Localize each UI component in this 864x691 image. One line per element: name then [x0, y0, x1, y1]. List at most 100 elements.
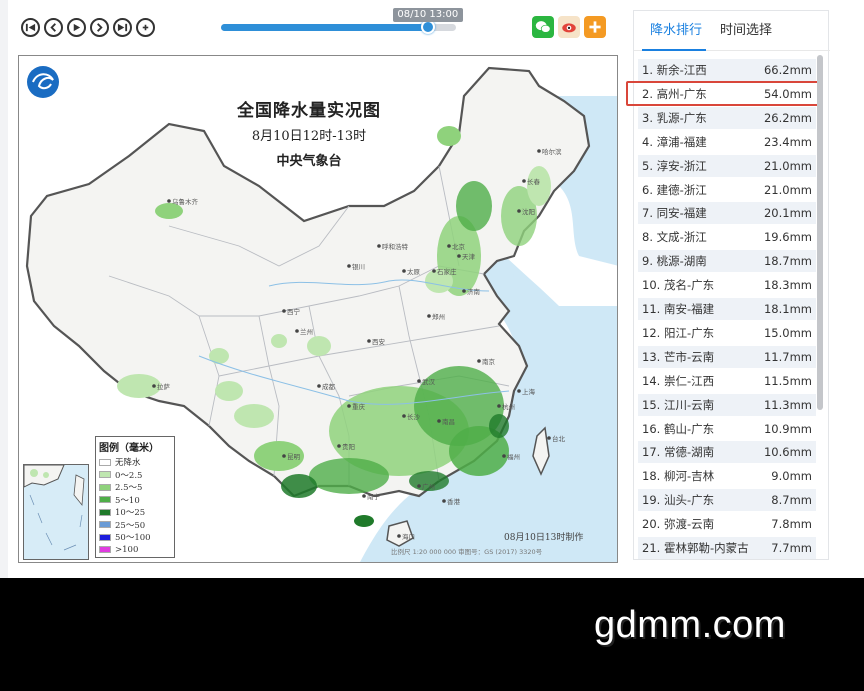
prev-frame-button[interactable] — [44, 18, 63, 37]
city-label: 兰州 — [300, 327, 313, 336]
ranking-row[interactable]: 6. 建德-浙江 21.0mm — [638, 179, 816, 201]
legend-swatch — [99, 546, 111, 554]
city-label: 长春 — [527, 177, 541, 186]
first-frame-button[interactable] — [21, 18, 40, 37]
legend-row: 5～10 — [99, 494, 171, 507]
ranking-row[interactable]: 21. 霍林郭勒-内蒙古 7.7mm — [638, 537, 816, 559]
ranking-row[interactable]: 2. 高州-广东 54.0mm — [638, 83, 816, 105]
legend-label: 25～50 — [115, 520, 146, 531]
city-label: 武汉 — [422, 377, 436, 386]
ranking-row[interactable]: 1. 新余-江西 66.2mm — [638, 59, 816, 81]
legend-label: 5～10 — [115, 495, 140, 506]
ranking-station: 10. 茂名-广东 — [642, 278, 715, 293]
last-frame-button[interactable] — [113, 18, 132, 37]
city-marker — [437, 419, 441, 423]
ranking-station: 14. 崇仁-江西 — [642, 373, 715, 388]
ranking-station: 3. 乳源-广东 — [642, 110, 707, 125]
city-marker — [497, 404, 501, 408]
ranking-row[interactable]: 16. 鹤山-广东 10.9mm — [638, 418, 816, 440]
city-marker — [522, 179, 526, 183]
city-marker — [517, 209, 521, 213]
city-marker — [547, 436, 551, 440]
wechat-icon — [535, 21, 551, 33]
ranking-row[interactable]: 10. 茂名-广东 18.3mm — [638, 274, 816, 296]
map-title: 全国降水量实况图 — [237, 101, 381, 121]
ranking-row[interactable]: 7. 同安-福建 20.1mm — [638, 202, 816, 225]
ranking-station: 6. 建德-浙江 — [642, 182, 707, 197]
ranking-row[interactable]: 11. 南安-福建 18.1mm — [638, 298, 816, 320]
weibo-eye-icon — [562, 23, 576, 33]
ranking-row[interactable]: 13. 芒市-云南 11.7mm — [638, 345, 816, 368]
city-label: 石家庄 — [437, 267, 457, 276]
ranking-value: 19.6mm — [763, 230, 812, 245]
time-slider-thumb[interactable] — [420, 20, 435, 34]
ranking-station: 19. 汕头-广东 — [642, 493, 715, 508]
ranking-row[interactable]: 18. 柳河-吉林 9.0mm — [638, 465, 816, 487]
tab-precip-ranking[interactable]: 降水排行 — [650, 19, 702, 38]
ranking-row[interactable]: 19. 汕头-广东 8.7mm — [638, 489, 816, 512]
city-marker — [317, 384, 321, 388]
city-label: 上海 — [522, 387, 536, 396]
map-time-range: 8月10日12时-13时 — [251, 129, 367, 144]
legend-label: 无降水 — [115, 458, 141, 469]
city-marker — [295, 329, 299, 333]
city-label: 福州 — [507, 452, 520, 461]
ranking-row[interactable]: 9. 桃源-湖南 18.7mm — [638, 250, 816, 273]
wechat-share-button[interactable] — [532, 16, 554, 38]
city-label: 南昌 — [442, 417, 455, 426]
city-label: 西宁 — [287, 307, 301, 316]
ranking-row[interactable]: 12. 阳江-广东 15.0mm — [638, 322, 816, 344]
ranking-row[interactable]: 17. 常德-湖南 10.6mm — [638, 441, 816, 464]
ranking-row[interactable]: 3. 乳源-广东 26.2mm — [638, 106, 816, 129]
active-tab-underline — [642, 49, 706, 51]
legend-swatch — [99, 508, 111, 516]
city-label: 杭州 — [502, 402, 515, 411]
ranking-value: 18.1mm — [763, 302, 812, 316]
legend-row: 2.5～5 — [99, 481, 171, 494]
map-footer-note: 08月10日13时制作 — [504, 533, 584, 543]
south-china-sea-inset — [23, 464, 89, 560]
ranking-scrollbar[interactable] — [817, 55, 823, 410]
legend-label: 0～2.5 — [115, 470, 143, 481]
ranking-value: 10.6mm — [763, 445, 812, 460]
city-marker — [347, 404, 351, 408]
ranking-row[interactable]: 20. 弥渡-云南 7.8mm — [638, 513, 816, 535]
city-marker — [167, 199, 171, 203]
legend-title: 图例（毫米） — [99, 443, 159, 454]
ranking-value: 21.0mm — [763, 158, 812, 173]
ranking-row[interactable]: 14. 崇仁-江西 11.5mm — [638, 370, 816, 392]
ranking-station: 5. 淳安-浙江 — [642, 158, 707, 173]
ranking-value: 18.3mm — [763, 278, 812, 293]
ranking-row[interactable]: 15. 江川-云南 11.3mm — [638, 393, 816, 416]
map-issuer: 中央气象台 — [276, 154, 342, 169]
ranking-value: 7.7mm — [771, 541, 812, 555]
ranking-value: 15.0mm — [763, 325, 812, 340]
weibo-share-button[interactable] — [558, 16, 580, 38]
city-marker — [282, 309, 286, 313]
city-marker — [477, 359, 481, 363]
ranking-panel: 降水排行 时间选择 1. 新余-江西 66.2mm 2. 高州-广东 54.0mm 3.… — [633, 10, 830, 560]
skip-last-icon — [117, 23, 128, 32]
city-label: 太原 — [407, 267, 421, 276]
ranking-station: 8. 文成-浙江 — [642, 230, 707, 245]
ranking-row[interactable]: 8. 文成-浙江 19.6mm — [638, 226, 816, 248]
tab-time-select[interactable]: 时间选择 — [720, 19, 772, 38]
city-label: 银川 — [352, 262, 365, 271]
ranking-value: 9.0mm — [771, 469, 812, 484]
more-share-button[interactable] — [584, 16, 606, 38]
time-slider[interactable]: 08/10 13:00 — [221, 8, 463, 34]
ranking-value: 54.0mm — [763, 86, 812, 101]
next-frame-button[interactable] — [90, 18, 109, 37]
zoom-button[interactable] — [136, 18, 155, 37]
ranking-station: 12. 阳江-广东 — [642, 325, 715, 340]
city-marker — [442, 499, 446, 503]
ranking-row[interactable]: 4. 漳浦-福建 23.4mm — [638, 131, 816, 153]
city-marker — [337, 444, 341, 448]
ranking-value: 11.7mm — [763, 349, 812, 364]
ranking-value: 8.7mm — [771, 493, 812, 508]
city-label: 重庆 — [352, 402, 366, 411]
ranking-row[interactable]: 5. 淳安-浙江 21.0mm — [638, 154, 816, 177]
city-marker — [367, 339, 371, 343]
city-marker — [517, 389, 521, 393]
play-button[interactable] — [67, 18, 86, 37]
